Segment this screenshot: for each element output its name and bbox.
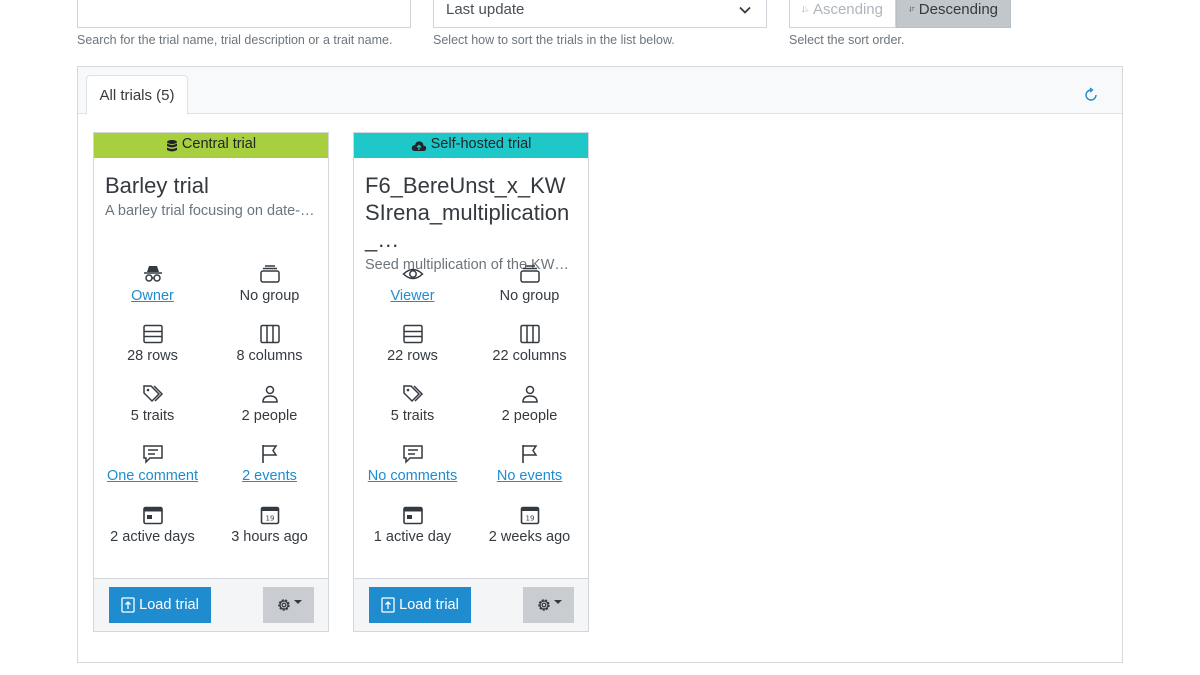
load-trial-button[interactable]: Load trial [369,587,471,623]
refresh-icon[interactable] [1083,87,1099,103]
tags-icon [402,385,423,403]
person-icon [521,385,538,403]
load-trial-label: Load trial [139,597,199,613]
trial-people: 2 people [501,408,558,424]
flag-icon [261,445,277,463]
trial-people: 2 people [241,408,298,424]
trial-active-days: 1 active day [373,529,452,545]
group-icon [259,265,280,283]
trial-comments-link[interactable]: No comments [354,468,471,484]
trial-comments-link[interactable]: One comment [94,468,211,484]
person-icon [261,385,278,403]
trial-traits: 5 traits [130,408,175,424]
calendar-date-icon: 19 [520,506,539,525]
trial-traits: 5 traits [390,408,435,424]
rows-icon [402,324,423,344]
eye-icon [401,268,424,280]
sort-descending-icon [909,6,915,12]
calendar-icon [402,506,423,525]
columns-icon [259,324,280,344]
comment-icon [142,445,163,464]
group-icon [519,265,540,283]
caret-down-icon [293,600,302,604]
rows-icon [142,324,163,344]
upload-file-icon [121,597,135,613]
trial-role-link[interactable]: Owner [94,288,211,304]
comment-icon [402,445,423,464]
ascending-button[interactable]: Ascending [789,0,896,28]
trial-rows: 28 rows [127,348,178,364]
descending-label: Descending [918,1,998,18]
gear-icon [537,599,550,611]
trial-updated: 2 weeks ago [488,529,571,545]
sort-order-group: Ascending Descending [789,0,1011,28]
calendar-date-icon: 19 [260,506,279,525]
trial-card: Central trial Barley trial A barley tria… [93,132,329,632]
tab-all-trials[interactable]: All trials (5) [86,75,188,115]
tags-icon [142,385,163,403]
chevron-down-icon [739,6,751,14]
database-icon [166,140,177,152]
upload-file-icon [381,597,395,613]
sort-select-value: Last update [446,1,525,18]
gear-icon [277,599,290,611]
trial-columns: 8 columns [236,348,303,364]
trial-active-days: 2 active days [110,529,195,545]
sort-ascending-icon [802,6,809,13]
load-trial-label: Load trial [399,597,459,613]
trial-type-badge: Central trial [94,133,328,158]
trial-settings-dropdown[interactable] [263,587,314,623]
svg-text:19: 19 [525,515,534,523]
trial-title: Barley trial [105,173,209,198]
search-help-text: Search for the trial name, trial descrip… [77,33,393,47]
trial-events-link[interactable]: No events [471,468,588,484]
trial-updated: 3 hours ago [231,529,308,545]
trial-type-label: Central trial [181,136,257,152]
card-footer: Load trial [354,578,588,631]
trial-settings-dropdown[interactable] [523,587,574,623]
cloud-icon [411,141,426,151]
load-trial-button[interactable]: Load trial [109,587,211,623]
trial-group: No group [239,288,300,304]
trial-rows: 22 rows [387,348,438,364]
trial-events-link[interactable]: 2 events [211,468,328,484]
trial-type-badge: Self-hosted trial [354,133,588,158]
caret-down-icon [553,600,562,604]
incognito-icon [143,266,162,282]
columns-icon [519,324,540,344]
ascending-label: Ascending [812,1,883,18]
order-help-text: Select the sort order. [789,33,905,47]
svg-text:19: 19 [265,515,274,523]
trial-role-link[interactable]: Viewer [354,288,471,304]
sort-help-text: Select how to sort the trials in the lis… [433,33,675,47]
search-input[interactable] [77,0,411,28]
trial-type-label: Self-hosted trial [430,136,532,152]
card-footer: Load trial [94,578,328,631]
flag-icon [521,445,537,463]
trial-title: F6_BereUnst_x_KWSIrena_multiplication_… [365,173,570,252]
sort-select[interactable]: Last update [433,0,767,28]
trial-columns: 22 columns [492,348,567,364]
descending-button[interactable]: Descending [896,0,1011,28]
trial-description: A barley trial focusing on date-… [105,203,315,219]
trial-card: Self-hosted trial F6_BereUnst_x_KWSIrena… [353,132,589,632]
trial-group: No group [499,288,560,304]
calendar-icon [142,506,163,525]
tab-bar: All trials (5) [78,67,1122,115]
